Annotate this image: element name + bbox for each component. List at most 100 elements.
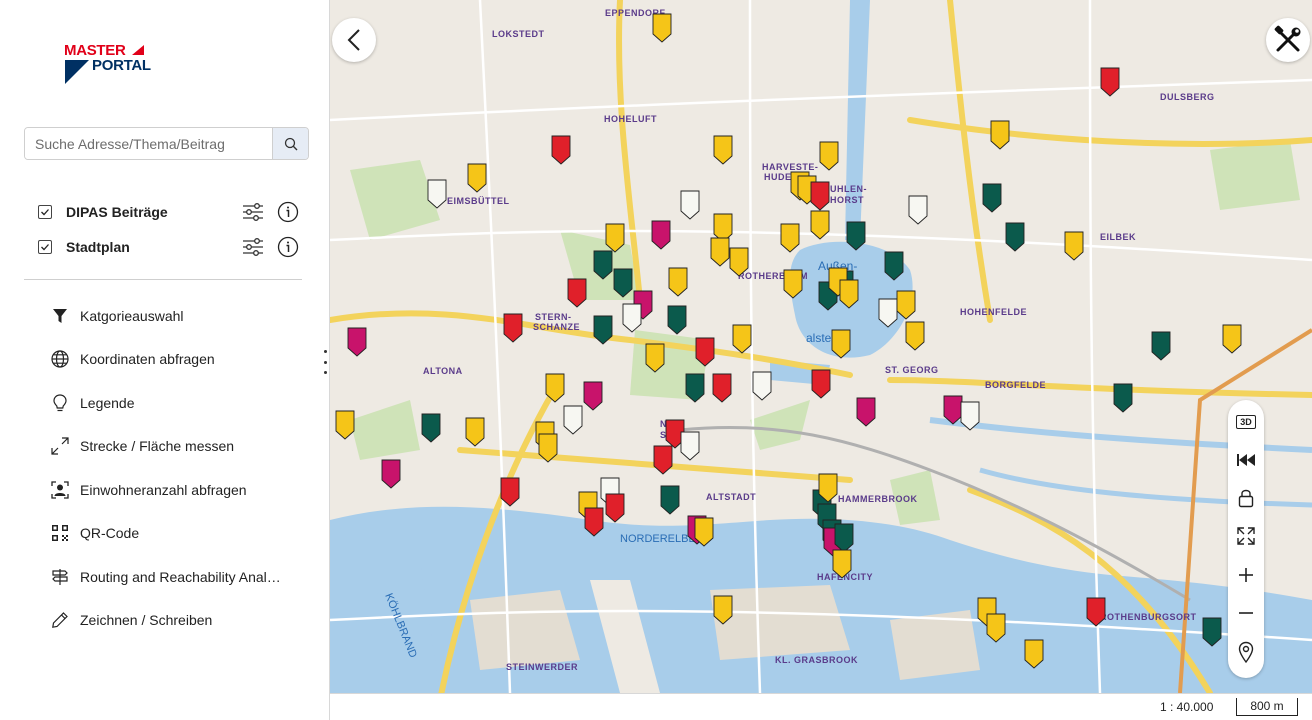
fullscreen-button[interactable] [1228,518,1264,554]
dipas-marker-yellow[interactable] [710,237,730,267]
dipas-marker-teal[interactable] [593,250,613,280]
dipas-marker-white[interactable] [752,371,772,401]
lock-button[interactable] [1228,480,1264,516]
map-view[interactable]: EPPENDORF LOKSTEDT HOHELUFT HARVESTE- HU… [330,0,1312,693]
dipas-marker-yellow[interactable] [780,223,800,253]
dipas-marker-white[interactable] [960,401,980,431]
dipas-marker-yellow[interactable] [832,549,852,579]
dipas-marker-white[interactable] [878,298,898,328]
search-input[interactable] [25,128,272,159]
3d-button[interactable]: 3D [1228,404,1264,440]
dipas-marker-red[interactable] [503,313,523,343]
dipas-marker-yellow[interactable] [831,329,851,359]
dipas-marker-red[interactable] [500,477,520,507]
layer-checkbox[interactable] [38,240,52,254]
dipas-marker-yellow[interactable] [668,267,688,297]
menu-item-legend[interactable]: Legende [46,389,316,417]
dipas-marker-teal[interactable] [667,305,687,335]
dipas-marker-yellow[interactable] [819,141,839,171]
dipas-marker-magenta[interactable] [943,395,963,425]
dipas-marker-white[interactable] [563,405,583,435]
dipas-marker-yellow[interactable] [990,120,1010,150]
dipas-marker-magenta[interactable] [651,220,671,250]
dipas-marker-teal[interactable] [1113,383,1133,413]
info-icon [277,201,299,223]
dipas-marker-magenta[interactable] [583,381,603,411]
menu-item-routing[interactable]: Routing and Reachability Analysis [46,563,316,591]
menu-item-draw[interactable]: Zeichnen / Schreiben [46,606,316,634]
sidebar-resize-handle[interactable] [322,350,328,374]
layer-info-button[interactable] [276,235,300,259]
dipas-marker-red[interactable] [712,373,732,403]
dipas-marker-yellow[interactable] [645,343,665,373]
dipas-marker-red[interactable] [653,445,673,475]
dipas-marker-yellow[interactable] [729,247,749,277]
dipas-marker-red[interactable] [551,135,571,165]
dipas-marker-yellow[interactable] [713,135,733,165]
dipas-marker-red[interactable] [695,337,715,367]
dipas-marker-teal[interactable] [884,251,904,281]
dipas-marker-yellow[interactable] [467,163,487,193]
dipas-marker-yellow[interactable] [732,324,752,354]
layer-settings-button[interactable] [241,200,265,224]
dipas-marker-white[interactable] [622,303,642,333]
dipas-marker-teal[interactable] [1202,617,1222,647]
dipas-marker-yellow[interactable] [605,223,625,253]
zoom-in-button[interactable] [1228,557,1264,593]
dipas-marker-yellow[interactable] [986,613,1006,643]
collapse-sidebar-button[interactable] [332,18,376,62]
dipas-marker-red[interactable] [605,493,625,523]
menu-item-measure[interactable]: Strecke / Fläche messen [46,432,316,460]
dipas-marker-red[interactable] [584,507,604,537]
dipas-marker-magenta[interactable] [856,397,876,427]
dipas-marker-yellow[interactable] [1064,231,1084,261]
dipas-marker-teal[interactable] [685,373,705,403]
dipas-marker-teal[interactable] [660,485,680,515]
dipas-marker-yellow[interactable] [810,210,830,240]
dipas-marker-red[interactable] [1086,597,1106,627]
dipas-marker-teal[interactable] [982,183,1002,213]
dipas-marker-teal[interactable] [1151,331,1171,361]
menu-item-coordinates[interactable]: Koordinaten abfragen [46,345,316,373]
menu-item-category[interactable]: Katgorieauswahl [46,302,316,330]
dipas-marker-magenta[interactable] [347,327,367,357]
dipas-marker-yellow[interactable] [652,13,672,43]
dipas-marker-teal[interactable] [593,315,613,345]
dipas-marker-white[interactable] [680,431,700,461]
filter-icon [53,309,67,323]
dipas-marker-teal[interactable] [1005,222,1025,252]
locate-button[interactable] [1228,634,1264,670]
dipas-marker-yellow[interactable] [335,410,355,440]
dipas-marker-yellow[interactable] [839,279,859,309]
tools-button[interactable] [1266,18,1310,62]
zoom-out-button[interactable] [1228,595,1264,631]
dipas-marker-yellow[interactable] [896,290,916,320]
layer-info-button[interactable] [276,200,300,224]
dipas-marker-yellow[interactable] [905,321,925,351]
dipas-marker-yellow[interactable] [465,417,485,447]
rewind-button[interactable] [1228,442,1264,478]
menu-item-qrcode[interactable]: QR-Code [46,519,316,547]
layer-checkbox[interactable] [38,205,52,219]
dipas-marker-white[interactable] [427,179,447,209]
dipas-marker-teal[interactable] [421,413,441,443]
dipas-marker-teal[interactable] [613,268,633,298]
menu-item-population[interactable]: Einwohneranzahl abfragen [46,476,316,504]
dipas-marker-red[interactable] [811,369,831,399]
dipas-marker-red[interactable] [810,181,830,211]
dipas-marker-yellow[interactable] [538,433,558,463]
dipas-marker-white[interactable] [680,190,700,220]
dipas-marker-yellow[interactable] [783,269,803,299]
dipas-marker-red[interactable] [567,278,587,308]
search-button[interactable] [272,128,308,159]
dipas-marker-magenta[interactable] [381,459,401,489]
dipas-marker-yellow[interactable] [713,595,733,625]
layer-label: DIPAS Beiträge [66,204,168,220]
dipas-marker-red[interactable] [1100,67,1120,97]
layer-settings-button[interactable] [241,235,265,259]
dipas-marker-yellow[interactable] [1222,324,1242,354]
dipas-marker-teal[interactable] [846,221,866,251]
dipas-marker-white[interactable] [908,195,928,225]
dipas-marker-yellow[interactable] [545,373,565,403]
dipas-marker-yellow[interactable] [1024,639,1044,669]
